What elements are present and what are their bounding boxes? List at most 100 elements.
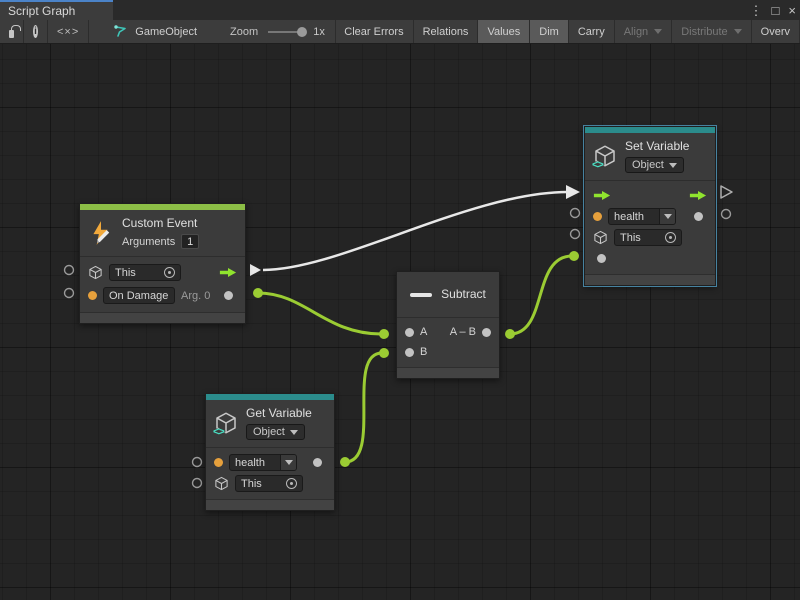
event-name-value: On Damage <box>109 290 168 302</box>
target-value: This <box>620 232 641 244</box>
variable-angle-icon: <> <box>592 159 603 171</box>
input-b-port[interactable] <box>405 348 414 357</box>
variable-scope-dropdown[interactable]: Object <box>625 157 684 173</box>
distribute-label: Distribute <box>681 26 727 38</box>
set-variable-body: health This <box>585 181 715 274</box>
unconnected-port[interactable] <box>193 458 202 467</box>
zoom-value: 1x <box>313 26 325 38</box>
result-output-port[interactable] <box>482 328 491 337</box>
tab-script-graph[interactable]: Script Graph <box>0 0 113 20</box>
value-wire-result-to-set[interactable] <box>510 256 572 334</box>
zoom-slider-handle[interactable] <box>297 27 307 37</box>
new-value-row <box>585 248 715 269</box>
gameobject-cube-icon <box>593 230 608 245</box>
flow-output-arrow-icon[interactable] <box>689 190 707 201</box>
node-set-variable[interactable]: <> Set Variable Object <box>584 126 716 286</box>
value-wire-arg-to-a[interactable] <box>258 293 381 334</box>
get-variable-body: health This <box>206 448 334 499</box>
object-picker-icon[interactable] <box>286 478 297 489</box>
overview-button[interactable]: Overv <box>752 20 800 43</box>
variable-scope-dropdown[interactable]: Object <box>246 424 305 440</box>
variable-name-dropdown[interactable]: health <box>229 454 297 471</box>
graph-target[interactable]: GameObject <box>113 20 197 43</box>
node-footer <box>80 312 245 323</box>
zoom-slider[interactable] <box>268 31 305 33</box>
unconnected-port[interactable] <box>65 289 74 298</box>
clear-errors-button[interactable]: Clear Errors <box>335 20 413 43</box>
scope-label: Object <box>253 426 285 438</box>
unconnected-port[interactable] <box>571 209 580 218</box>
variable-name-value: health <box>609 209 659 224</box>
menu-icon[interactable]: ⋮ <box>750 4 763 17</box>
variable-name-row: health <box>585 206 715 227</box>
target-object-field[interactable]: This <box>614 229 682 246</box>
maximize-icon[interactable]: □ <box>772 4 780 17</box>
event-name-field[interactable]: On Damage <box>103 287 175 304</box>
flow-output-port-custom-event[interactable] <box>250 264 261 276</box>
target-object-field[interactable]: This <box>109 264 181 281</box>
target-row: This <box>80 261 245 284</box>
node-footer <box>206 499 334 510</box>
value-output-port[interactable] <box>313 458 322 467</box>
align-dropdown[interactable]: Align <box>615 20 672 43</box>
lock-button[interactable] <box>0 20 24 43</box>
node-get-variable[interactable]: <> Get Variable Object health <box>205 393 335 511</box>
gameobject-cube-icon <box>88 265 103 280</box>
variable-name-dropdown[interactable]: health <box>608 208 676 225</box>
code-view-icon: <×> <box>57 26 79 38</box>
unconnected-flow-port[interactable] <box>721 186 732 198</box>
subtract-icon <box>410 293 432 297</box>
object-picker-icon[interactable] <box>665 232 676 243</box>
variable-name-port[interactable] <box>214 458 223 467</box>
scope-label: Object <box>632 159 664 171</box>
graph-target-label: GameObject <box>135 26 197 38</box>
chevron-down-icon <box>659 209 675 224</box>
variable-name-value: health <box>230 455 280 470</box>
variable-name-row: health <box>206 452 334 473</box>
node-custom-event[interactable]: Custom Event Arguments 1 This <box>79 203 246 324</box>
carry-toggle[interactable]: Carry <box>569 20 615 43</box>
values-toggle[interactable]: Values <box>478 20 530 43</box>
chevron-down-icon <box>654 29 662 34</box>
input-a-label: A <box>420 326 427 338</box>
variable-cube-icon: <> <box>214 411 238 435</box>
node-title: Custom Event <box>122 216 199 231</box>
input-a-row: A A – B <box>397 322 499 342</box>
graph-canvas[interactable]: Custom Event Arguments 1 This <box>0 44 800 600</box>
relations-button[interactable]: Relations <box>414 20 479 43</box>
flow-row <box>585 185 715 206</box>
unconnected-port[interactable] <box>193 479 202 488</box>
unconnected-port[interactable] <box>571 230 580 239</box>
custom-event-body: This On Damage Arg. 0 <box>80 257 245 312</box>
flow-input-arrow-icon[interactable] <box>593 190 611 201</box>
node-subtract[interactable]: Subtract A A – B B <box>396 271 500 379</box>
flow-output-arrow-icon[interactable] <box>219 267 237 278</box>
node-footer <box>585 274 715 285</box>
unconnected-port[interactable] <box>65 266 74 275</box>
flow-wire[interactable] <box>263 192 568 270</box>
custom-event-icon <box>88 220 114 246</box>
object-picker-icon[interactable] <box>164 267 175 278</box>
code-view-button[interactable]: <×> <box>48 20 89 43</box>
wire-endpoint <box>379 329 389 339</box>
target-object-field[interactable]: This <box>235 475 303 492</box>
value-output-port[interactable] <box>694 212 703 221</box>
new-value-input-port[interactable] <box>597 254 606 263</box>
dim-toggle[interactable]: Dim <box>530 20 569 43</box>
event-name-port[interactable] <box>88 291 97 300</box>
variable-name-port[interactable] <box>593 212 602 221</box>
unconnected-port[interactable] <box>722 210 731 219</box>
info-button[interactable]: i <box>24 20 48 43</box>
arg0-output-port[interactable] <box>224 291 233 300</box>
subtract-header: Subtract <box>397 272 499 318</box>
custom-event-header: Custom Event Arguments 1 <box>80 210 245 257</box>
arguments-count-field[interactable]: 1 <box>181 234 199 249</box>
distribute-dropdown[interactable]: Distribute <box>672 20 751 43</box>
script-machine-icon <box>113 24 128 39</box>
close-icon[interactable]: × <box>788 4 796 17</box>
value-wire-get-to-b[interactable] <box>345 353 382 462</box>
titlebar: Script Graph ⋮ □ × <box>0 0 800 20</box>
target-row: This <box>206 473 334 494</box>
input-a-port[interactable] <box>405 328 414 337</box>
chevron-down-icon <box>280 455 296 470</box>
